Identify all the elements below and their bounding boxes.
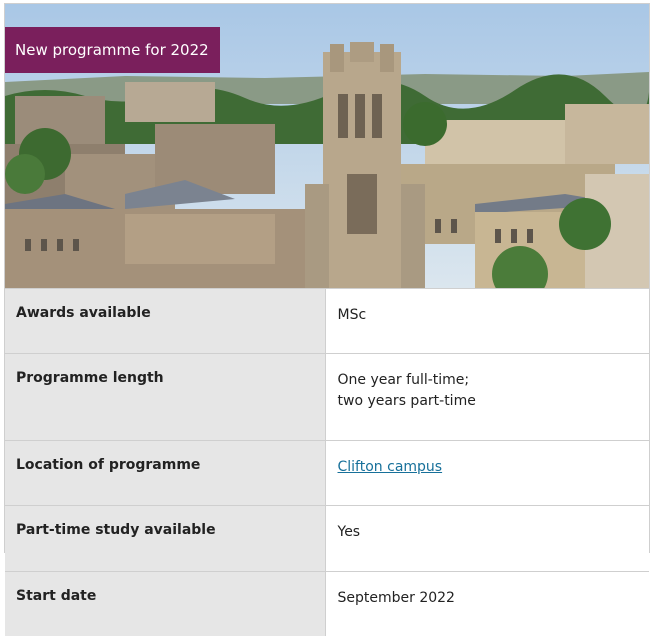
programme-card: New programme for 2022 Awards available …: [4, 3, 650, 553]
clifton-campus-link[interactable]: Clifton campus: [338, 459, 443, 475]
table-row: Programme length One year full-time; two…: [5, 354, 649, 441]
table-row: Location of programme Clifton campus: [5, 441, 649, 506]
table-row: Awards available MSc: [5, 289, 649, 354]
start-date-label: Start date: [5, 572, 325, 636]
table-row: Part-time study available Yes: [5, 506, 649, 572]
location-value: Clifton campus: [325, 441, 649, 506]
programme-length-label: Programme length: [5, 354, 325, 441]
programme-length-line-1: One year full-time;: [338, 370, 640, 391]
new-programme-badge: New programme for 2022: [5, 27, 220, 73]
table-row: Start date September 2022: [5, 572, 649, 636]
programme-length-line-2: two years part-time: [338, 391, 640, 412]
part-time-label: Part-time study available: [5, 506, 325, 572]
location-label: Location of programme: [5, 441, 325, 506]
start-date-value: September 2022: [325, 572, 649, 636]
programme-length-value: One year full-time; two years part-time: [325, 354, 649, 441]
awards-label: Awards available: [5, 289, 325, 354]
hero-image: New programme for 2022: [5, 4, 649, 288]
programme-facts-table: Awards available MSc Programme length On…: [5, 288, 649, 636]
awards-value: MSc: [325, 289, 649, 354]
part-time-value: Yes: [325, 506, 649, 572]
